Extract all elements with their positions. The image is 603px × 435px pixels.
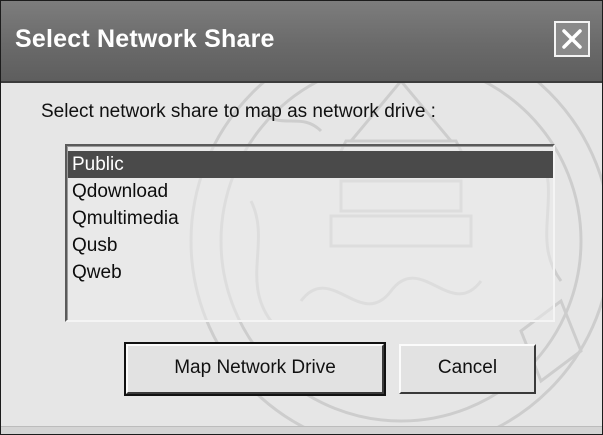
prompt-label: Select network share to map as network d…: [41, 101, 436, 122]
cancel-button[interactable]: Cancel: [399, 344, 536, 394]
share-item-qdownload[interactable]: Qdownload: [68, 178, 553, 205]
title-bar[interactable]: Select Network Share: [1, 1, 602, 83]
network-share-list[interactable]: Public Qdownload Qmultimedia Qusb Qweb: [65, 144, 555, 322]
share-item-qmultimedia[interactable]: Qmultimedia: [68, 205, 553, 232]
map-network-drive-button[interactable]: Map Network Drive: [124, 342, 386, 396]
share-item-qusb[interactable]: Qusb: [68, 232, 553, 259]
dialog-title: Select Network Share: [15, 25, 275, 53]
network-share-list-items: Public Qdownload Qmultimedia Qusb Qweb: [67, 146, 553, 320]
select-network-share-dialog: Select Network Share Select network shar…: [0, 0, 603, 435]
share-item-public[interactable]: Public: [68, 151, 553, 178]
close-button[interactable]: [554, 21, 590, 57]
dialog-bottom-edge: [1, 426, 602, 434]
close-icon: [562, 29, 582, 49]
share-item-qweb[interactable]: Qweb: [68, 259, 553, 286]
